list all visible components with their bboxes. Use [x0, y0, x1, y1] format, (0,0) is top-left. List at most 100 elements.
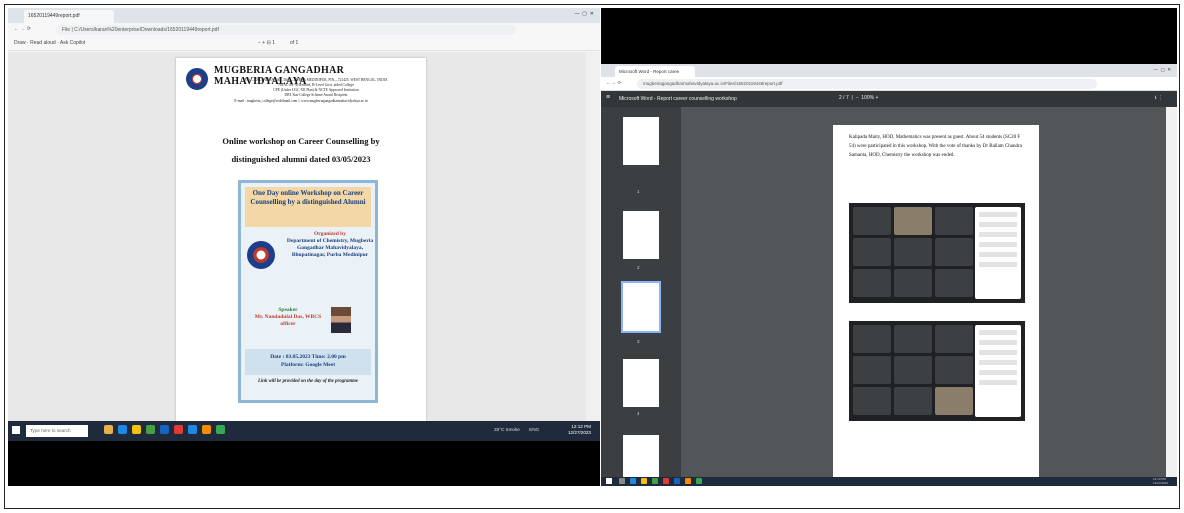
taskbar-search[interactable]: Type here to search — [26, 425, 88, 437]
windows-start-icon[interactable] — [606, 478, 612, 484]
browser-tab[interactable]: 16520119449report.pdf — [24, 10, 114, 23]
participant-tile — [935, 269, 973, 297]
app-icon[interactable] — [216, 425, 225, 434]
menu-icon[interactable]: ≡ — [606, 94, 610, 101]
participant-tile — [935, 238, 973, 266]
workshop-poster: One Day online Workshop on Career Counse… — [238, 180, 378, 403]
participant-tile — [894, 325, 932, 353]
meet-screenshot — [849, 193, 1025, 303]
clock[interactable]: 12:13 PM 12/27/2023 — [1153, 477, 1177, 485]
app-icon[interactable] — [696, 478, 702, 484]
participant-tile — [853, 356, 891, 384]
window-controls[interactable]: — ▢ ✕ — [575, 11, 594, 17]
poster-logo — [247, 241, 275, 269]
app-icon[interactable] — [663, 478, 669, 484]
nav-buttons[interactable]: ← → ⟳ — [606, 80, 621, 86]
thumbnail[interactable] — [623, 435, 659, 483]
page-indicator: of 1 — [290, 40, 299, 46]
app-icon[interactable] — [146, 425, 155, 434]
lang[interactable]: ENG — [529, 427, 539, 432]
pdf-page: MUGBERIA GANGADHAR MAHAVIDYALAYA P.O.—BH… — [176, 58, 426, 421]
app-icon[interactable] — [674, 478, 680, 484]
address-input[interactable]: File | C:/Users/karan%20enterprise/Downl… — [56, 25, 516, 35]
weather[interactable]: 28°C Smoke — [494, 427, 520, 432]
taskbar-apps — [104, 425, 230, 437]
participant-tile — [853, 207, 891, 235]
app-icon[interactable] — [630, 478, 636, 484]
address-input[interactable]: mugberiagangadharmahavidyalaya.ac.in/Fil… — [637, 79, 1097, 89]
participant-tile — [935, 207, 973, 235]
app-icon[interactable] — [160, 425, 169, 434]
email-line: E-mail : mugberia_college@rediffmail.com… — [234, 99, 368, 103]
people-panel — [975, 207, 1021, 299]
pdf-toolbar: Draw · Read aloud · Ask Copilot − + ⊟ 1 … — [8, 37, 600, 51]
system-tray: 28°C Smoke ENG — [494, 427, 539, 432]
thumbnail[interactable] — [623, 211, 659, 259]
address-line: DBT Star College Scheme Award Recipient — [284, 93, 348, 97]
scrollbar[interactable] — [1166, 107, 1177, 477]
download-icon[interactable]: ⭳ ⋮ — [1155, 95, 1163, 103]
participant-tile — [853, 387, 891, 415]
speaker-photo — [331, 307, 351, 333]
app-icon[interactable] — [118, 425, 127, 434]
app-icon[interactable] — [104, 425, 113, 434]
app-icon[interactable] — [202, 425, 211, 434]
window-controls[interactable]: — ▢ ✕ — [1153, 67, 1171, 73]
participant-tile — [935, 325, 973, 353]
pdf-canvas: Kalipada Maity, HOD, Mathematics was pre… — [681, 107, 1177, 477]
date-time: Date : 03.05.2023 Time: 2.00 pm — [270, 354, 346, 360]
nav-buttons[interactable]: ← → ⟳ — [14, 26, 31, 32]
clock-date: 12/27/2023 — [568, 430, 591, 435]
participant-tile — [853, 238, 891, 266]
poster-organizer: Organized by Department of Chemistry, Mu… — [285, 231, 375, 259]
thumbnail-selected[interactable] — [621, 281, 661, 333]
clock[interactable]: 12:12 PM 12/27/2023 — [568, 424, 591, 436]
participant-tile — [853, 269, 891, 297]
app-icon[interactable] — [652, 478, 658, 484]
tab-title: 16520119449report.pdf — [28, 13, 80, 19]
poster-speaker: Speaker Mr. Nandadulal Das, WBCS officer — [249, 307, 327, 328]
participant-tile — [853, 325, 891, 353]
app-icon[interactable] — [619, 478, 625, 484]
meet-grid — [853, 325, 973, 417]
pdf-title: Microsoft Word - Report career counselli… — [619, 96, 737, 102]
app-icon[interactable] — [641, 478, 647, 484]
thumbnail-pane: 1 2 3 4 — [601, 107, 681, 483]
speaker-label: Speaker — [278, 307, 298, 313]
meet-screenshot-header — [849, 311, 1025, 321]
doc-heading-2: distinguished alumni dated 03/05/2023 — [231, 154, 371, 164]
zoom-controls[interactable]: − + ⊟ 1 — [258, 40, 275, 46]
pdf-tools[interactable]: Draw · Read aloud · Ask Copilot — [14, 40, 85, 46]
thumb-number: 4 — [637, 411, 640, 416]
meet-grid — [853, 207, 973, 299]
page-box[interactable]: 2 / 7 | − 100% + — [839, 95, 878, 101]
poster-date-box: Date : 03.05.2023 Time: 2.00 pm Platform… — [245, 349, 371, 375]
participant-tile — [894, 387, 932, 415]
screenshot-chrome-pdf-viewer: Microsoft Word - Report caree — ▢ ✕ ← → … — [601, 8, 1177, 486]
address-line: P.O.—BHUPATINAGAR, Dist.—PURBA MEDINIPUR… — [244, 78, 388, 82]
doc-heading-1: Online workshop on Career Counselling by — [222, 136, 380, 146]
black-region — [8, 441, 600, 486]
app-icon[interactable] — [188, 425, 197, 434]
page-number: 2 / 7 — [839, 95, 849, 101]
browser-tab-strip: Microsoft Word - Report caree — ▢ ✕ — [601, 64, 1177, 77]
thumb-number: 1 — [637, 189, 640, 194]
app-icon[interactable] — [685, 478, 691, 484]
edge-sidebar — [586, 52, 600, 421]
pdf-page: Kalipada Maity, HOD, Mathematics was pre… — [833, 125, 1039, 477]
thumbnail[interactable] — [623, 117, 659, 165]
meet-screenshot-header — [849, 193, 1025, 203]
participant-tile — [894, 238, 932, 266]
participant-tile — [894, 356, 932, 384]
thumb-number: 3 — [637, 339, 640, 344]
poster-title: One Day online Workshop on Career Counse… — [245, 187, 371, 227]
browser-tab-strip: 16520119449report.pdf — ▢ ✕ — [8, 8, 600, 23]
platform: Platform: Google Meet — [280, 362, 336, 368]
app-icon[interactable] — [132, 425, 141, 434]
app-icon[interactable] — [174, 425, 183, 434]
browser-tab[interactable]: Microsoft Word - Report caree — [615, 66, 695, 77]
organizer-label: Organized by — [314, 231, 346, 237]
thumbnail[interactable] — [623, 359, 659, 407]
address-bar-row: ← → ⟳ File | C:/Users/karan%20enterprise… — [8, 23, 600, 37]
windows-start-icon[interactable] — [12, 426, 20, 434]
